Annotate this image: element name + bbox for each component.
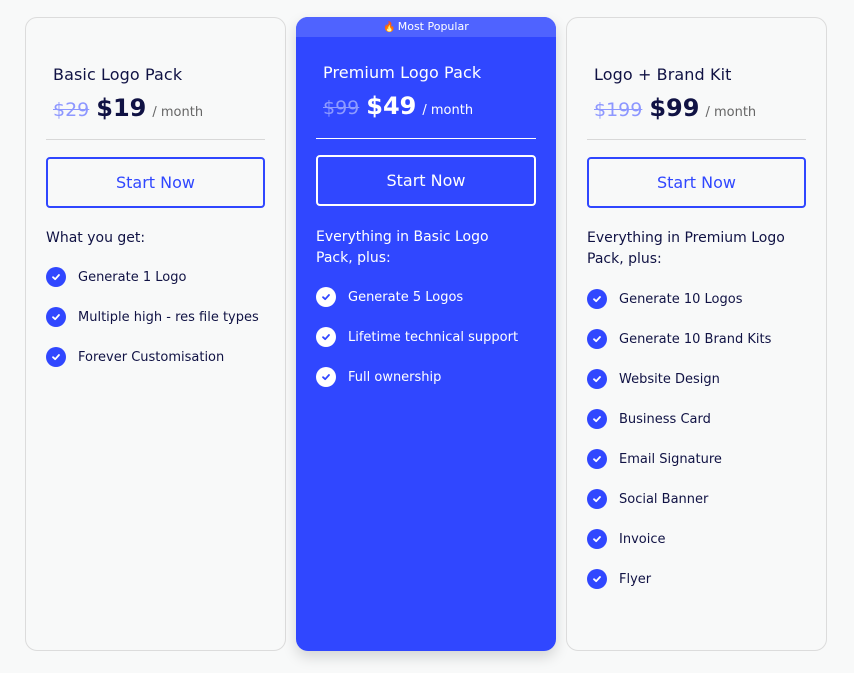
feature-item: Generate 5 Logos — [316, 277, 518, 317]
features-heading: What you get: — [46, 230, 146, 246]
check-circle-icon — [46, 267, 66, 287]
feature-label: Social Banner — [619, 491, 709, 507]
current-price: $99 — [649, 94, 700, 122]
start-now-button[interactable]: Start Now — [316, 155, 536, 206]
divider — [587, 139, 806, 140]
plan-title: Logo + Brand Kit — [594, 65, 732, 84]
old-price: $29 — [53, 99, 90, 121]
divider — [46, 139, 265, 140]
start-now-button[interactable]: Start Now — [46, 157, 265, 208]
price-period: / month — [422, 103, 474, 118]
feature-item: Email Signature — [587, 439, 771, 479]
old-price: $199 — [594, 99, 643, 121]
check-circle-icon — [316, 287, 336, 307]
feature-label: Email Signature — [619, 451, 722, 467]
plan-card-basic: Basic Logo Pack $29 $19 / month Start No… — [25, 17, 286, 651]
feature-label: Forever Customisation — [78, 349, 225, 365]
feature-list: Generate 1 Logo Multiple high - res file… — [46, 257, 259, 377]
feature-item: Multiple high - res file types — [46, 297, 259, 337]
price-period: / month — [705, 105, 757, 120]
price-row: $99 $49 / month — [323, 92, 473, 120]
feature-item: Full ownership — [316, 357, 518, 397]
feature-label: Generate 10 Brand Kits — [619, 331, 772, 347]
current-price: $49 — [366, 92, 417, 120]
check-circle-icon — [587, 529, 607, 549]
feature-label: Lifetime technical support — [348, 329, 519, 345]
check-circle-icon — [587, 449, 607, 469]
check-circle-icon — [587, 569, 607, 589]
feature-list: Generate 5 Logos Lifetime technical supp… — [316, 277, 518, 397]
feature-item: Social Banner — [587, 479, 771, 519]
plan-title: Premium Logo Pack — [323, 63, 482, 82]
feature-label: Generate 10 Logos — [619, 291, 743, 307]
feature-label: Generate 5 Logos — [348, 289, 464, 305]
check-circle-icon — [587, 489, 607, 509]
feature-item: Generate 10 Logos — [587, 279, 771, 319]
features-heading: Everything in Basic Logo Pack, plus: — [316, 229, 489, 266]
most-popular-badge: 🔥 Most Popular — [296, 17, 556, 37]
feature-label: Generate 1 Logo — [78, 269, 187, 285]
feature-item: Lifetime technical support — [316, 317, 518, 357]
price-period: / month — [152, 105, 204, 120]
feature-list: Generate 10 Logos Generate 10 Brand Kits… — [587, 279, 771, 599]
check-circle-icon — [46, 307, 66, 327]
feature-label: Flyer — [619, 571, 652, 587]
current-price: $19 — [96, 94, 147, 122]
check-circle-icon — [587, 329, 607, 349]
feature-label: Full ownership — [348, 369, 442, 385]
feature-item: Forever Customisation — [46, 337, 259, 377]
feature-item: Invoice — [587, 519, 771, 559]
feature-item: Generate 10 Brand Kits — [587, 319, 771, 359]
features-heading: Everything in Premium Logo Pack, plus: — [587, 230, 785, 267]
feature-label: Business Card — [619, 411, 711, 427]
plan-card-brand-kit: Logo + Brand Kit $199 $99 / month Start … — [566, 17, 827, 651]
feature-label: Website Design — [619, 371, 720, 387]
check-circle-icon — [316, 367, 336, 387]
price-row: $29 $19 / month — [53, 94, 203, 122]
feature-item: Generate 1 Logo — [46, 257, 259, 297]
check-circle-icon — [587, 289, 607, 309]
feature-label: Multiple high - res file types — [78, 309, 259, 325]
plan-title: Basic Logo Pack — [53, 65, 183, 84]
check-circle-icon — [587, 409, 607, 429]
feature-item: Flyer — [587, 559, 771, 599]
feature-item: Website Design — [587, 359, 771, 399]
fire-icon: 🔥 — [383, 22, 396, 33]
feature-item: Business Card — [587, 399, 771, 439]
price-row: $199 $99 / month — [594, 94, 756, 122]
start-now-button[interactable]: Start Now — [587, 157, 806, 208]
feature-label: Invoice — [619, 531, 666, 547]
check-circle-icon — [46, 347, 66, 367]
old-price: $99 — [323, 97, 360, 119]
badge-label: Most Popular — [397, 20, 469, 33]
check-circle-icon — [316, 327, 336, 347]
plan-card-premium: 🔥 Most Popular Premium Logo Pack $99 $49 … — [296, 17, 556, 651]
divider — [316, 138, 536, 139]
check-circle-icon — [587, 369, 607, 389]
